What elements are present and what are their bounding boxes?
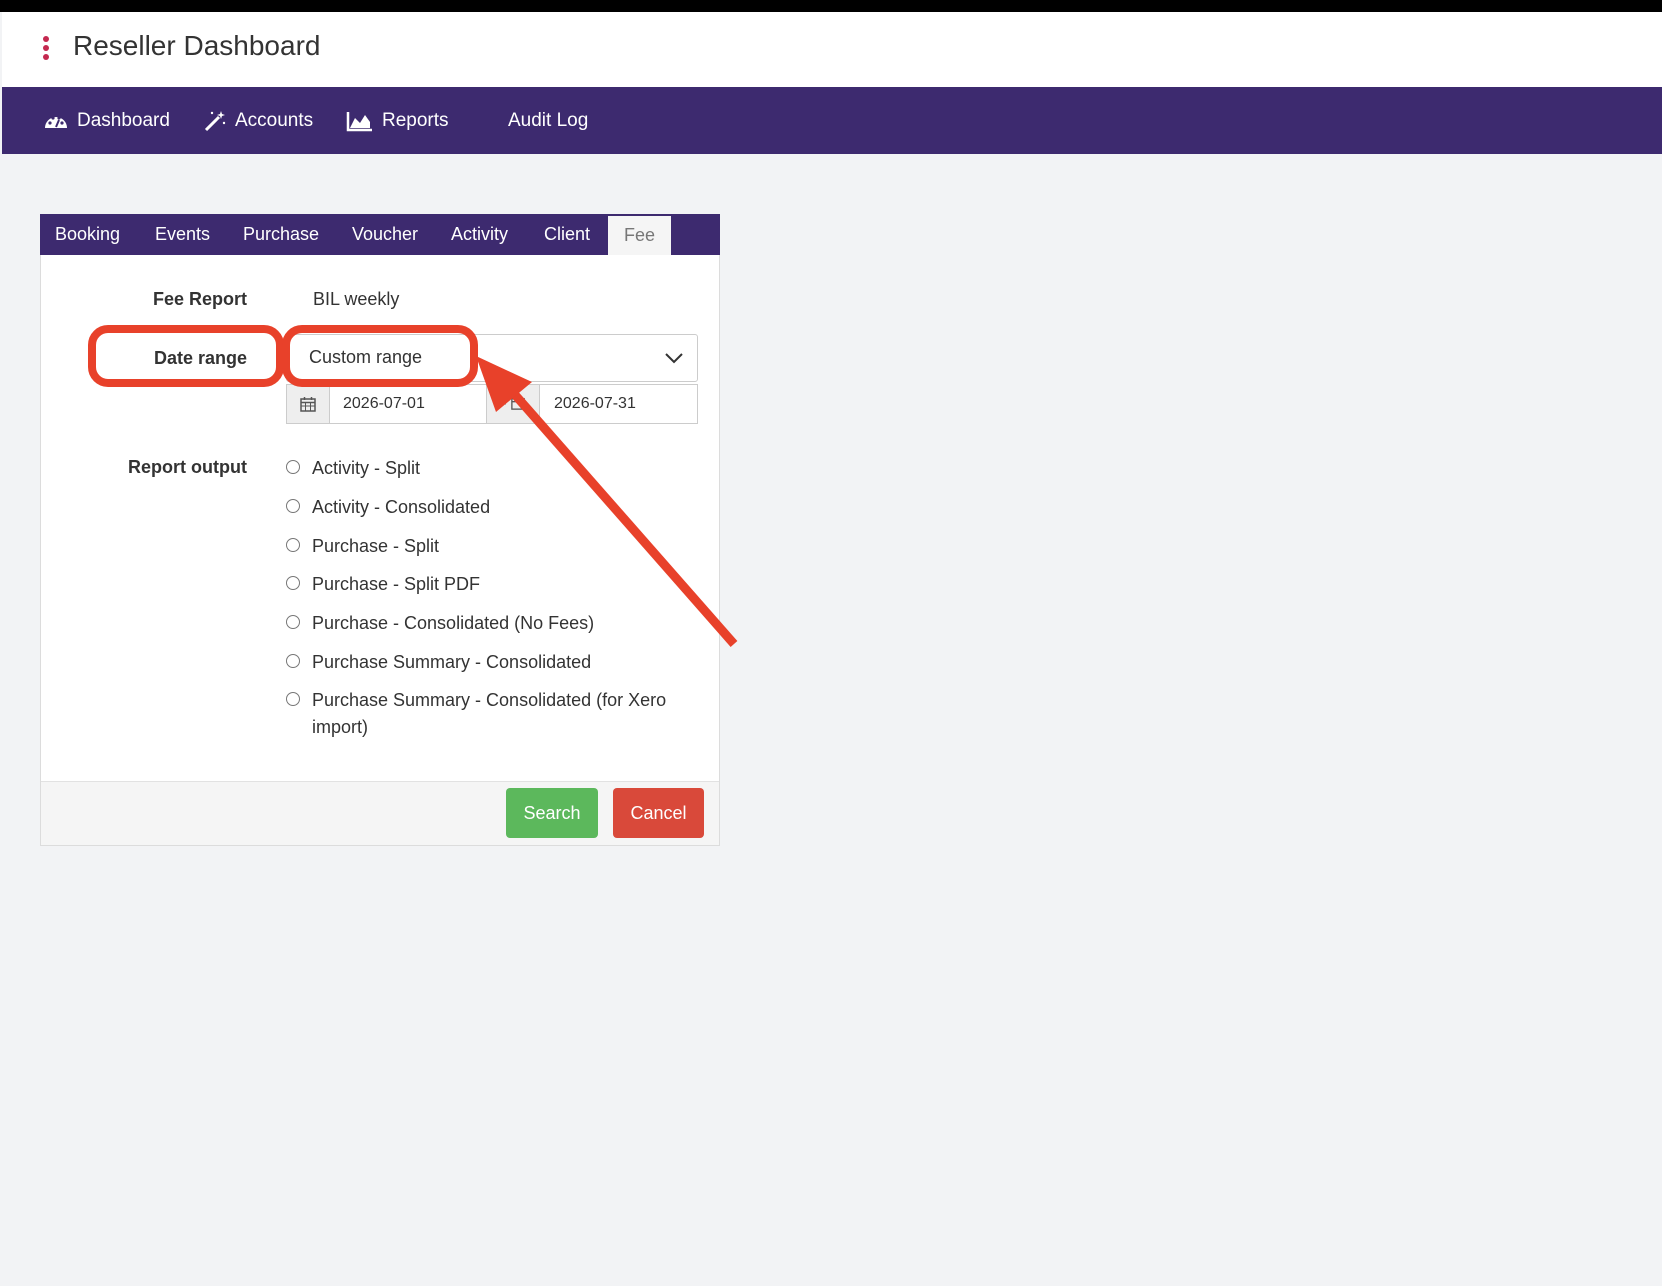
report-output-option[interactable]: Purchase Summary - Consolidated (for Xer… xyxy=(286,687,682,741)
nav-accounts[interactable]: Accounts xyxy=(203,87,313,154)
report-output-option[interactable]: Purchase - Split xyxy=(286,533,682,560)
report-output-option-label: Purchase Summary - Consolidated (for Xer… xyxy=(312,690,667,737)
nav-reports[interactable]: Reports xyxy=(346,87,449,154)
date-range-label-highlight xyxy=(88,325,284,387)
report-output-option[interactable]: Purchase Summary - Consolidated xyxy=(286,649,682,676)
radio-button[interactable] xyxy=(286,460,300,474)
start-date-input[interactable]: 2026-07-01 xyxy=(329,384,487,424)
report-output-label: Report output xyxy=(128,457,247,477)
fee-report-value: BIL weekly xyxy=(313,289,400,309)
kebab-menu-icon[interactable] xyxy=(42,36,50,64)
nav-accounts-label: Accounts xyxy=(235,109,314,131)
date-separator-text: - xyxy=(501,395,507,412)
radio-button[interactable] xyxy=(286,654,300,668)
report-output-option-label: Purchase - Split PDF xyxy=(312,574,481,594)
tab-activity[interactable]: Activity xyxy=(451,214,508,255)
radio-button[interactable] xyxy=(286,692,300,706)
nav-dashboard[interactable]: Dashboard xyxy=(43,87,170,154)
report-output-option-label: Activity - Consolidated xyxy=(312,497,491,517)
radio-button[interactable] xyxy=(286,576,300,590)
tab-voucher[interactable]: Voucher xyxy=(352,214,418,255)
tab-events[interactable]: Events xyxy=(155,214,210,255)
report-output-option-label: Purchase Summary - Consolidated xyxy=(312,652,592,672)
report-output-option-label: Purchase - Consolidated (No Fees) xyxy=(312,613,595,633)
nav-dashboard-label: Dashboard xyxy=(77,109,170,131)
report-output-option[interactable]: Activity - Consolidated xyxy=(286,494,682,521)
nav-audit-log-label: Audit Log xyxy=(508,109,589,131)
report-output-option[interactable]: Purchase - Consolidated (No Fees) xyxy=(286,610,682,637)
report-output-option-label: Activity - Split xyxy=(312,458,421,478)
top-black-bar xyxy=(0,0,1662,12)
chevron-down-icon xyxy=(665,353,683,364)
custom-date-inputs: 2026-07-01 - 2026-07-31 xyxy=(286,384,698,424)
end-date-input[interactable]: 2026-07-31 xyxy=(539,384,698,424)
search-button[interactable]: Search xyxy=(506,788,598,838)
radio-button[interactable] xyxy=(286,538,300,552)
tab-fee[interactable]: Fee xyxy=(608,216,672,255)
report-tabs: Booking Events Purchase Voucher Activity… xyxy=(40,214,720,255)
magic-wand-icon xyxy=(204,110,226,131)
report-output-option-label: Purchase - Split xyxy=(312,536,440,556)
report-output-option[interactable]: Activity - Split xyxy=(286,455,682,482)
calendar-icon xyxy=(511,397,525,410)
radio-button[interactable] xyxy=(286,615,300,629)
tab-purchase[interactable]: Purchase xyxy=(243,214,319,255)
main-navbar: Dashboard Accounts Reports Audit Log xyxy=(2,87,1662,154)
app-header: Reseller Dashboard xyxy=(2,12,1662,87)
report-output-option[interactable]: Purchase - Split PDF xyxy=(286,571,682,598)
tab-client[interactable]: Client xyxy=(544,214,590,255)
fee-report-label: Fee Report xyxy=(152,289,247,309)
tab-booking[interactable]: Booking xyxy=(55,214,120,255)
nav-reports-label: Reports xyxy=(382,109,449,131)
area-chart-icon xyxy=(346,111,372,131)
nav-audit-log[interactable]: Audit Log xyxy=(508,87,588,154)
radio-button[interactable] xyxy=(286,499,300,513)
dashboard-gauge-icon xyxy=(45,115,67,128)
cancel-button[interactable]: Cancel xyxy=(613,788,704,838)
date-range-select-highlight xyxy=(282,325,478,387)
app-title: Reseller Dashboard xyxy=(73,30,321,61)
calendar-icon[interactable] xyxy=(286,384,330,424)
date-separator: - xyxy=(486,384,540,424)
